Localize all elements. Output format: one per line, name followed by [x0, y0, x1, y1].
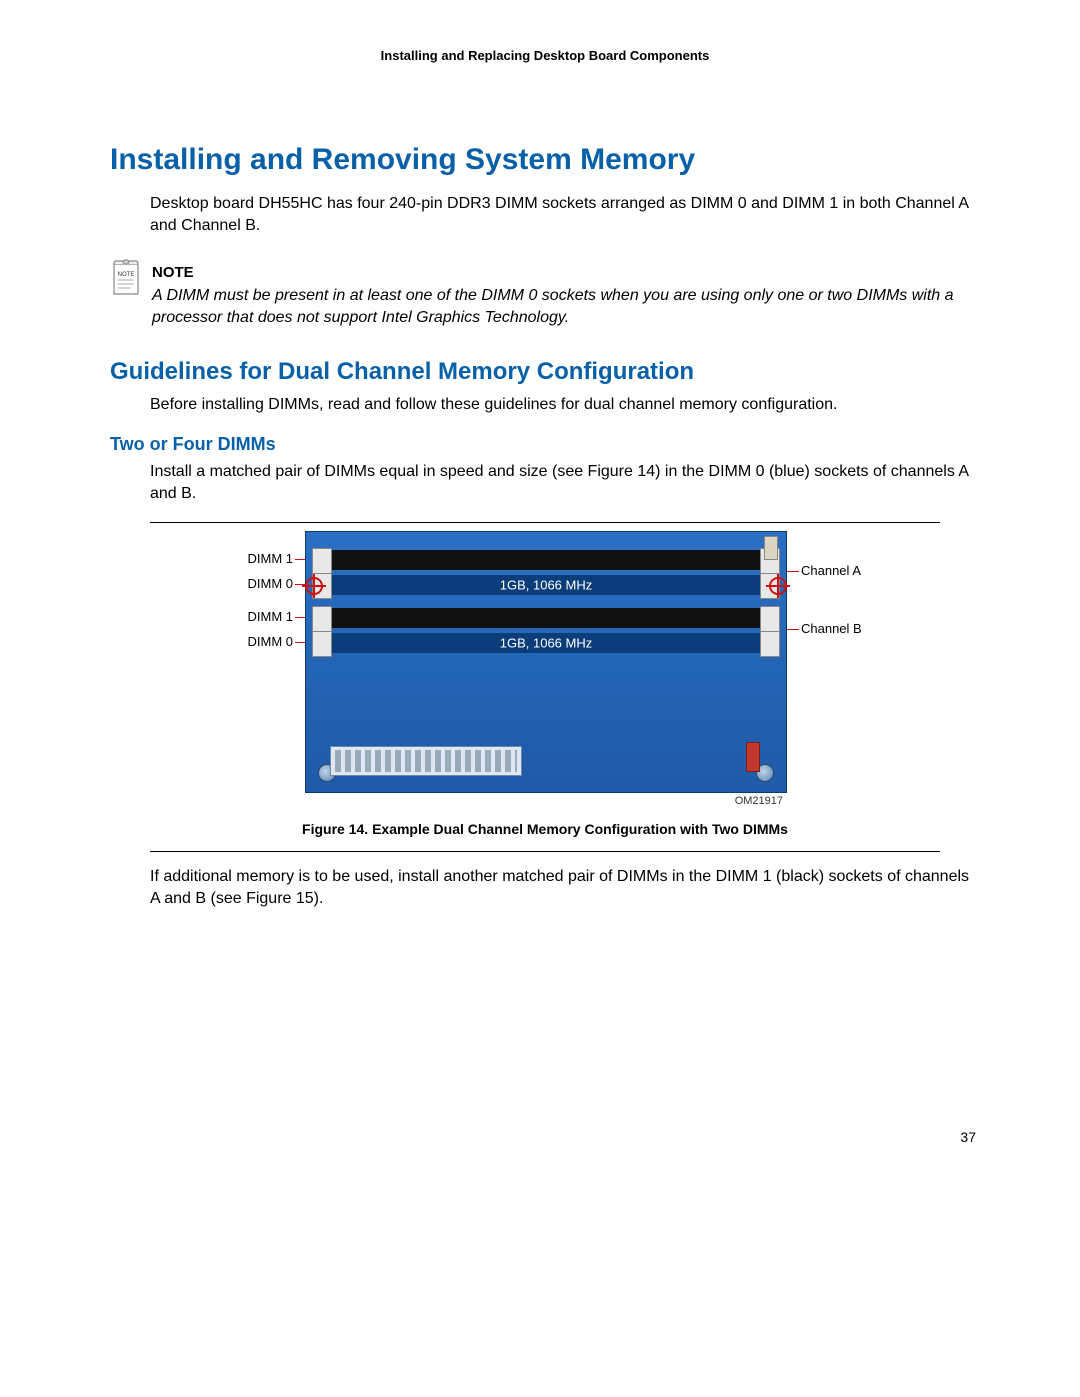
atx-connector	[330, 746, 522, 776]
after-figure-paragraph: If additional memory is to be used, inst…	[150, 866, 980, 909]
label-dimm1-a: DIMM 1	[233, 551, 293, 566]
label-dimm1-b: DIMM 1	[233, 609, 293, 624]
motherboard-illustration: 1GB, 1066 MHz 1GB, 1066 MHz	[305, 531, 787, 793]
label-dimm0-a: DIMM 0	[233, 576, 293, 591]
page-title: Installing and Removing System Memory	[110, 143, 980, 177]
red-component	[746, 742, 760, 772]
subsection-heading-two-four: Two or Four DIMMs	[110, 434, 980, 455]
figure-om-id: OM21917	[735, 795, 783, 807]
small-chip	[764, 536, 778, 560]
slot-dimm0-channel-b: 1GB, 1066 MHz	[314, 633, 778, 653]
figure-14: DIMM 1 DIMM 0 DIMM 1 DIMM 0 Channel A Ch…	[150, 531, 940, 837]
label-channel-b: Channel B	[801, 621, 862, 636]
note-block: NOTE NOTE A DIMM must be present in at l…	[110, 258, 980, 328]
figure-caption: Figure 14. Example Dual Channel Memory C…	[150, 821, 940, 837]
label-channel-a: Channel A	[801, 563, 861, 578]
dimm-diagram: DIMM 1 DIMM 0 DIMM 1 DIMM 0 Channel A Ch…	[195, 531, 895, 811]
note-text: A DIMM must be present in at least one o…	[152, 285, 980, 328]
note-icon-text: NOTE	[118, 272, 135, 278]
note-label: NOTE	[152, 264, 980, 281]
slot-dimm0-channel-a: 1GB, 1066 MHz	[314, 575, 778, 595]
figure-rule-top	[150, 522, 940, 523]
slot-dimm1-channel-a	[314, 550, 778, 570]
target-marker	[769, 577, 787, 595]
slot-dimm1-channel-b	[314, 608, 778, 628]
two-dimms-paragraph: Install a matched pair of DIMMs equal in…	[150, 461, 980, 504]
label-dimm0-b: DIMM 0	[233, 634, 293, 649]
mem-spec-a: 1GB, 1066 MHz	[500, 578, 593, 593]
mem-spec-b: 1GB, 1066 MHz	[500, 636, 593, 651]
running-header: Installing and Replacing Desktop Board C…	[110, 48, 980, 63]
page-number: 37	[110, 1129, 980, 1145]
intro-paragraph: Desktop board DH55HC has four 240-pin DD…	[150, 193, 980, 236]
guidelines-intro: Before installing DIMMs, read and follow…	[150, 394, 980, 416]
section-heading-guidelines: Guidelines for Dual Channel Memory Confi…	[110, 358, 980, 386]
note-icon: NOTE	[110, 258, 142, 301]
figure-rule-bottom	[150, 851, 940, 852]
